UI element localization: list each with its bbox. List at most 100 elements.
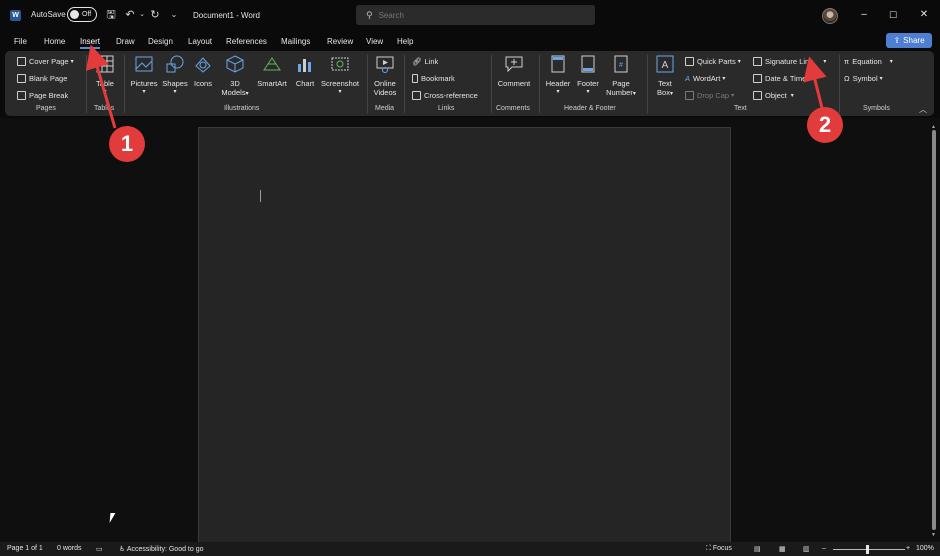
- quick-parts-label: Quick Parts: [697, 57, 736, 66]
- blank-page-button[interactable]: Blank Page: [17, 74, 67, 83]
- proofing-icon[interactable]: ▭: [96, 545, 103, 553]
- focus-button[interactable]: ⛶ Focus: [706, 545, 732, 553]
- zoom-slider-thumb[interactable]: [866, 545, 869, 554]
- share-label: Share: [903, 36, 925, 45]
- tab-design[interactable]: Design: [148, 37, 173, 46]
- comment-button[interactable]: Comment: [495, 54, 533, 88]
- object-button[interactable]: Object ▾: [753, 91, 794, 100]
- zoom-in-icon[interactable]: +: [906, 545, 910, 552]
- online-videos-button[interactable]: Online Videos: [371, 54, 399, 97]
- share-icon: ⇪: [893, 36, 901, 45]
- table-button[interactable]: Table ▾: [91, 54, 119, 95]
- focus-label: Focus: [712, 545, 732, 552]
- tab-help[interactable]: Help: [397, 37, 413, 46]
- annotation-badge-2: 2: [807, 107, 843, 143]
- page-label: Page: [612, 79, 630, 88]
- smartart-label: SmartArt: [257, 79, 287, 88]
- wordart-button[interactable]: A WordArt ▾: [685, 74, 725, 83]
- group-label-pages: Pages: [36, 105, 56, 112]
- link-button[interactable]: 🔗︎ Link: [412, 57, 438, 66]
- search-input[interactable]: [378, 10, 579, 20]
- read-mode-icon[interactable]: ▤: [754, 545, 761, 553]
- text-box-button[interactable]: A Text Box▾: [651, 54, 679, 97]
- redo-icon[interactable]: ↻: [148, 8, 162, 22]
- drop-cap-label: Drop Cap: [697, 91, 730, 100]
- ribbon-tabs: File Home Insert Draw Design Layout Refe…: [0, 33, 940, 50]
- customize-quick-access-icon[interactable]: ⌄: [167, 8, 181, 22]
- signature-line-label: Signature Line: [765, 57, 814, 66]
- shapes-button[interactable]: Shapes ▾: [161, 54, 189, 95]
- tab-mailings[interactable]: Mailings: [281, 37, 310, 46]
- scroll-down-icon[interactable]: ▼: [931, 532, 936, 538]
- minimize-icon[interactable]: –: [857, 8, 871, 22]
- accessibility-status[interactable]: ♿︎ Accessibility: Good to go: [119, 545, 204, 553]
- close-icon[interactable]: ✕: [917, 8, 931, 22]
- print-layout-icon[interactable]: ▦: [779, 545, 786, 553]
- zoom-slider[interactable]: [833, 549, 905, 550]
- cross-reference-button[interactable]: Cross-reference: [412, 91, 478, 100]
- cover-page-button[interactable]: Cover Page ▾: [17, 57, 74, 66]
- tab-view[interactable]: View: [366, 37, 383, 46]
- signature-line-icon: [753, 57, 762, 66]
- drop-cap-icon: [685, 91, 694, 100]
- chart-label: Chart: [295, 79, 315, 88]
- group-label-tables: Tables: [94, 105, 115, 112]
- document-page[interactable]: [198, 127, 731, 547]
- page-count[interactable]: Page 1 of 1: [7, 545, 43, 552]
- tab-insert[interactable]: Insert: [80, 37, 101, 49]
- pictures-button[interactable]: Pictures ▾: [129, 54, 159, 95]
- tab-home[interactable]: Home: [44, 37, 65, 46]
- collapse-ribbon-icon[interactable]: ︿: [919, 104, 927, 115]
- footer-button[interactable]: Footer ▾: [573, 54, 603, 95]
- bookmark-button[interactable]: Bookmark: [412, 74, 455, 83]
- online-label: Online: [374, 79, 396, 88]
- scroll-thumb[interactable]: [932, 130, 936, 530]
- drop-cap-button[interactable]: Drop Cap ▾: [685, 91, 734, 100]
- icons-button[interactable]: Icons: [191, 54, 215, 88]
- quick-parts-button[interactable]: Quick Parts ▾: [685, 57, 741, 66]
- accessibility-label: Accessibility: Good to go: [126, 546, 204, 553]
- table-label: Table: [96, 79, 114, 88]
- tab-review[interactable]: Review: [327, 37, 353, 46]
- accessibility-icon: ♿︎: [119, 546, 127, 553]
- object-icon: [753, 91, 762, 100]
- symbol-label: Symbol: [852, 74, 878, 83]
- header-button[interactable]: Header ▾: [543, 54, 573, 95]
- page-number-icon: #: [614, 55, 628, 73]
- word-logo-icon: W: [10, 10, 21, 21]
- date-time-button[interactable]: Date & Time: [753, 74, 806, 83]
- page-break-button[interactable]: Page Break: [17, 91, 68, 100]
- zoom-out-icon[interactable]: –: [822, 545, 826, 552]
- undo-dropdown-icon[interactable]: ⌄: [135, 8, 149, 22]
- vertical-scrollbar[interactable]: ▲ ▼: [931, 124, 937, 539]
- restore-icon[interactable]: ☐: [886, 8, 900, 22]
- symbol-button[interactable]: Ω Symbol ▾: [844, 74, 883, 83]
- signature-line-button[interactable]: Signature Line ▾: [753, 57, 826, 66]
- equation-button[interactable]: π Equation ▾: [844, 57, 893, 66]
- chevron-down-icon: ▾: [731, 93, 735, 99]
- tab-references[interactable]: References: [226, 37, 267, 46]
- tab-draw[interactable]: Draw: [116, 37, 135, 46]
- avatar[interactable]: [822, 8, 838, 24]
- share-button[interactable]: ⇪ Share: [886, 33, 932, 48]
- table-icon: [96, 55, 114, 73]
- chevron-down-icon: ▾: [669, 91, 673, 97]
- link-icon: 🔗︎: [412, 57, 422, 66]
- autosave-toggle[interactable]: Off: [67, 7, 97, 22]
- group-label-comments: Comments: [496, 105, 530, 112]
- smartart-button[interactable]: SmartArt: [255, 54, 289, 88]
- screenshot-button[interactable]: Screenshot ▾: [320, 54, 360, 95]
- tab-file[interactable]: File: [14, 37, 27, 46]
- word-count[interactable]: 0 words: [57, 545, 82, 552]
- save-icon[interactable]: 🖫: [104, 8, 118, 22]
- tab-layout[interactable]: Layout: [188, 37, 212, 46]
- quick-parts-icon: [685, 57, 694, 66]
- autosave-label: AutoSave: [31, 10, 66, 19]
- 3d-models-button[interactable]: 3D Models▾: [221, 54, 249, 97]
- chart-button[interactable]: Chart: [294, 54, 316, 88]
- chevron-down-icon: ▾: [790, 93, 794, 99]
- zoom-level[interactable]: 100%: [916, 545, 934, 552]
- page-number-button[interactable]: # Page Number▾: [603, 54, 639, 97]
- web-layout-icon[interactable]: ▥: [803, 545, 810, 553]
- search-box[interactable]: ⚲: [356, 5, 595, 25]
